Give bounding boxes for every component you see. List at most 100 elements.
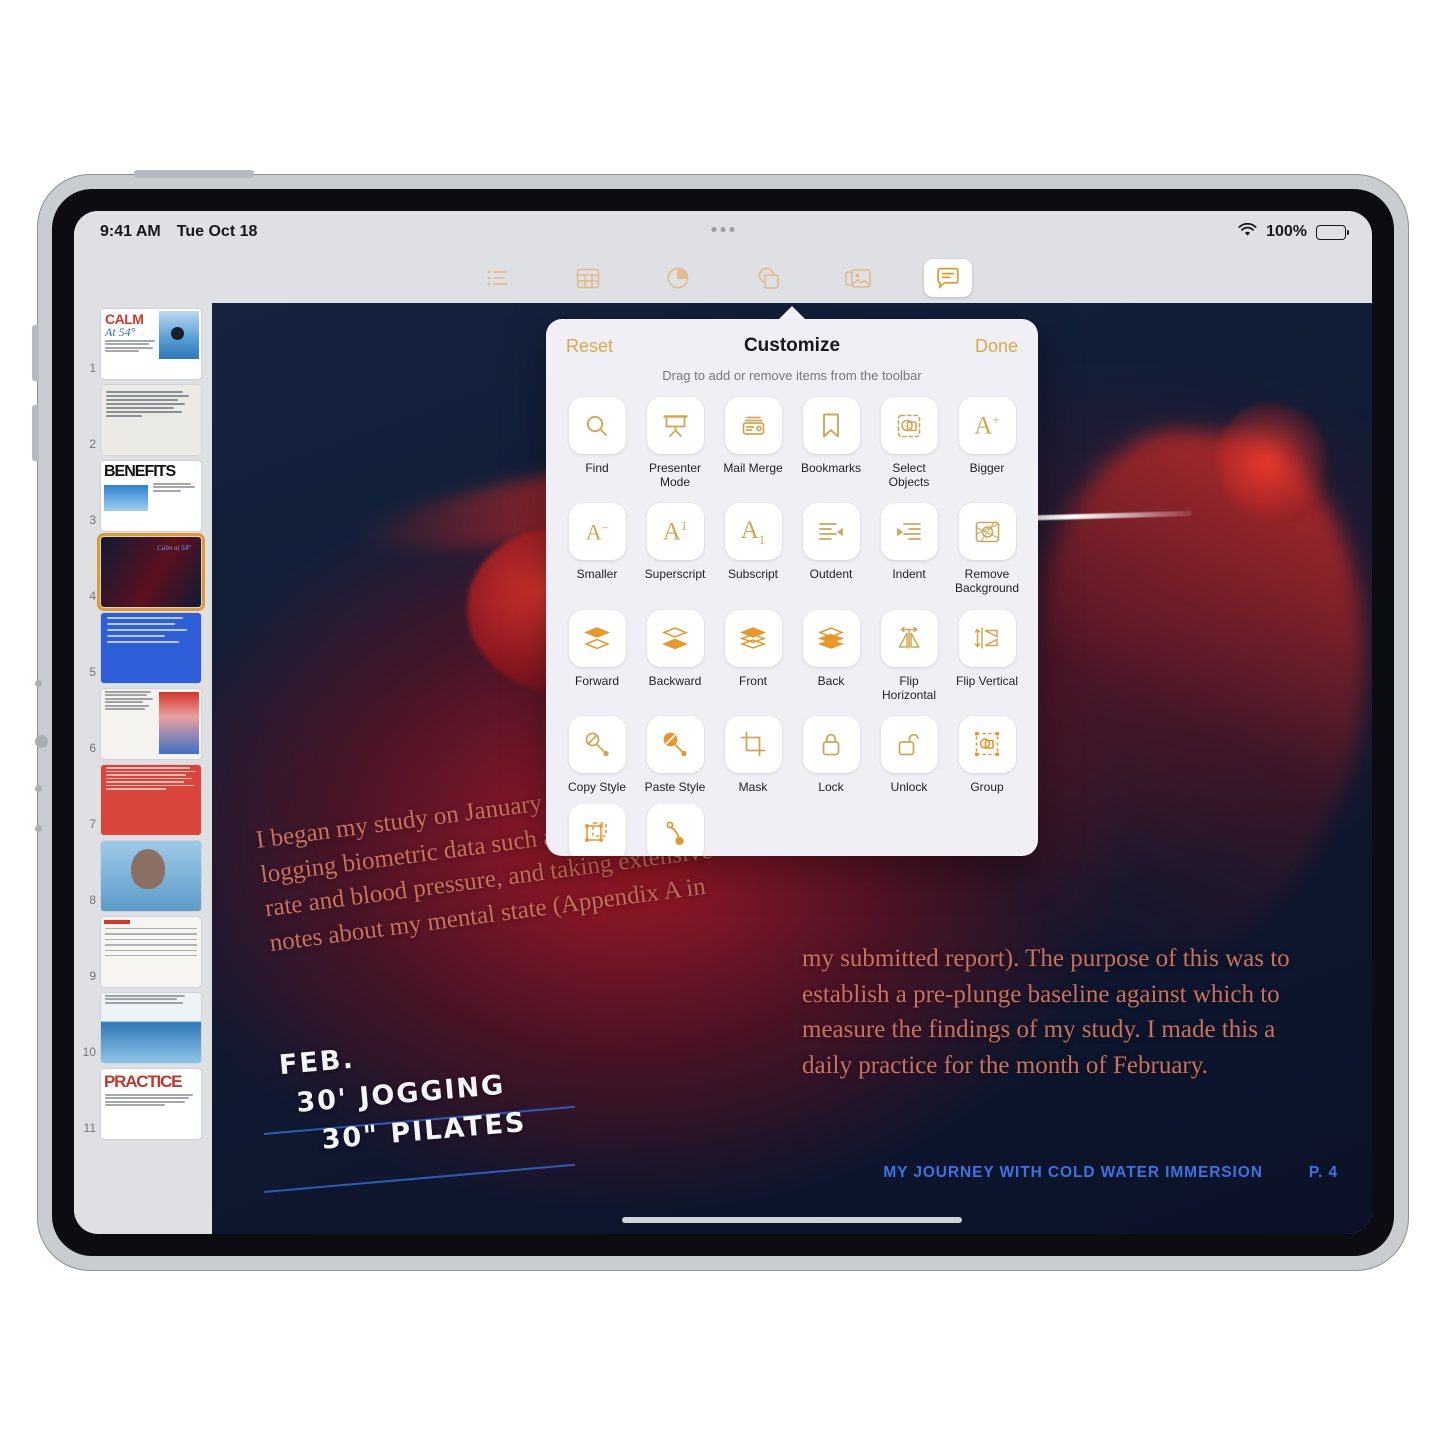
volume-down-button[interactable] [32,405,39,461]
lock-icon[interactable] [802,715,860,773]
customize-item-copy-style[interactable]: Copy Style [558,715,636,804]
done-button[interactable]: Done [956,336,1018,357]
customize-item-group[interactable]: Group [948,715,1026,804]
presenter-screen-icon[interactable] [646,397,704,454]
customize-item-label: Superscript [644,567,706,582]
list-item[interactable]: 9 [74,917,212,993]
customize-item-superscript[interactable]: A1 Superscript [636,503,714,605]
text-bigger-icon[interactable]: A+ [958,397,1016,454]
slide-canvas[interactable]: t 54° I began my study on January 31, 20… [212,303,1372,1234]
status-time: 9:41 AM [100,223,161,240]
customize-item-smaller[interactable]: A– Smaller [558,503,636,605]
toolbar-insert-shape-button[interactable] [744,259,792,297]
home-indicator[interactable] [622,1217,962,1223]
flip-horizontal-icon[interactable] [880,609,938,667]
customize-item-label: Backward [648,673,702,688]
reset-button[interactable]: Reset [566,336,628,357]
text-smaller-icon[interactable]: A– [568,503,626,561]
customize-item-forward[interactable]: Forward [558,609,636,712]
toolbar-comment-button[interactable] [924,259,972,297]
list-item[interactable]: 5 [74,613,212,689]
toolbar-insert-chart-button[interactable] [654,259,702,297]
send-to-back-icon[interactable] [802,609,860,667]
customize-item-label: Group [970,779,1004,794]
customize-item-unlock[interactable]: Unlock [870,715,948,804]
select-objects-icon[interactable] [880,397,938,454]
customize-item-paste-style[interactable]: Paste Style [636,715,714,804]
volume-up-button[interactable] [32,325,39,381]
customize-item-subscript[interactable]: A1 Subscript [714,503,792,605]
customize-item-backward[interactable]: Backward [636,609,714,712]
superscript-icon[interactable]: A1 [646,503,704,561]
bring-to-front-icon[interactable] [724,609,782,667]
bookmark-icon[interactable] [802,397,860,454]
slide-thumbnail-6[interactable] [101,689,201,759]
mask-crop-icon[interactable] [724,715,782,773]
power-button[interactable] [134,170,254,178]
indent-icon[interactable] [880,503,938,561]
slide-navigator[interactable]: 1 CALM At 54° 2 3 BENEFITS 4 Calm at 54°… [74,303,212,1234]
toolbar-insert-media-button[interactable] [834,259,882,297]
flip-vertical-icon[interactable] [958,609,1016,667]
toolbar-format-text-button[interactable] [474,259,522,297]
subscript-icon[interactable]: A1 [724,503,782,561]
slide-body-right[interactable]: my submitted report). The purpose of thi… [802,941,1322,1083]
mail-merge-icon[interactable] [724,397,782,454]
slide-thumbnail-7[interactable] [101,765,201,835]
customize-item-lock[interactable]: Lock [792,715,870,804]
customize-item-bookmarks[interactable]: Bookmarks [792,397,870,499]
multitasking-control[interactable] [711,227,735,232]
slide-thumbnail-5[interactable] [101,613,201,683]
list-item[interactable]: 4 Calm at 54° [74,533,212,613]
list-item[interactable]: 11 PRACTICE [74,1069,212,1145]
toolbar-insert-table-button[interactable] [564,259,612,297]
customize-item-back[interactable]: Back [792,609,870,712]
customize-item-select-objects[interactable]: Select Objects [870,397,948,499]
copy-style-icon[interactable] [568,715,626,773]
slide-thumbnail-3[interactable]: BENEFITS [101,461,201,531]
slide-thumbnail-1[interactable]: CALM At 54° [101,309,201,379]
slide-thumbnail-4[interactable]: Calm at 54° [97,533,205,611]
thumb-title: Calm at 54° [157,544,191,552]
customize-item-mask[interactable]: Mask [714,715,792,804]
slide-thumbnail-10[interactable] [101,993,201,1063]
customize-item-ungroup[interactable]: Ungroup [558,804,636,857]
customize-item-remove-background[interactable]: Remove Background [948,503,1026,605]
customize-item-bigger[interactable]: A+ Bigger [948,397,1026,499]
status-bar: 9:41 AM Tue Oct 18 100% [74,211,1372,253]
customize-item-flip-horizontal[interactable]: Flip Horizontal [870,609,948,712]
device-bezel: 9:41 AM Tue Oct 18 100% 1 CALM At 54° 2 … [52,189,1394,1256]
customize-item-front[interactable]: Front [714,609,792,712]
outdent-icon[interactable] [802,503,860,561]
unlock-icon[interactable] [880,715,938,773]
group-icon[interactable] [958,715,1016,773]
slide-thumbnail-9[interactable] [101,917,201,987]
customize-item-mail-merge[interactable]: Mail Merge [714,397,792,499]
ungroup-icon[interactable] [568,804,626,857]
remove-background-icon[interactable] [958,503,1016,561]
slide-number: 11 [83,1121,96,1135]
customize-item-connect[interactable]: Connect [636,804,714,857]
customize-item-indent[interactable]: Indent [870,503,948,605]
list-item[interactable]: 1 CALM At 54° [74,309,212,385]
list-item[interactable]: 8 [74,841,212,917]
thumb-photo [159,311,199,359]
handwritten-annotation[interactable]: FEB. 30' JOGGING 30" PILATES [277,1020,586,1163]
customize-item-flip-vertical[interactable]: Flip Vertical [948,609,1026,712]
slide-thumbnail-11[interactable]: PRACTICE [101,1069,201,1139]
list-item[interactable]: 3 BENEFITS [74,461,212,537]
search-icon[interactable] [568,397,626,454]
list-item[interactable]: 2 [74,385,212,461]
connect-line-icon[interactable] [646,804,704,857]
slide-thumbnail-2[interactable] [101,385,201,455]
customize-item-find[interactable]: Find [558,397,636,499]
customize-item-presenter-mode[interactable]: Presenter Mode [636,397,714,499]
list-item[interactable]: 7 [74,765,212,841]
customize-item-outdent[interactable]: Outdent [792,503,870,605]
slide-thumbnail-8[interactable] [101,841,201,911]
paste-style-icon[interactable] [646,715,704,773]
move-forward-icon[interactable] [568,609,626,667]
move-backward-icon[interactable] [646,609,704,667]
list-item[interactable]: 10 [74,993,212,1069]
list-item[interactable]: 6 [74,689,212,765]
